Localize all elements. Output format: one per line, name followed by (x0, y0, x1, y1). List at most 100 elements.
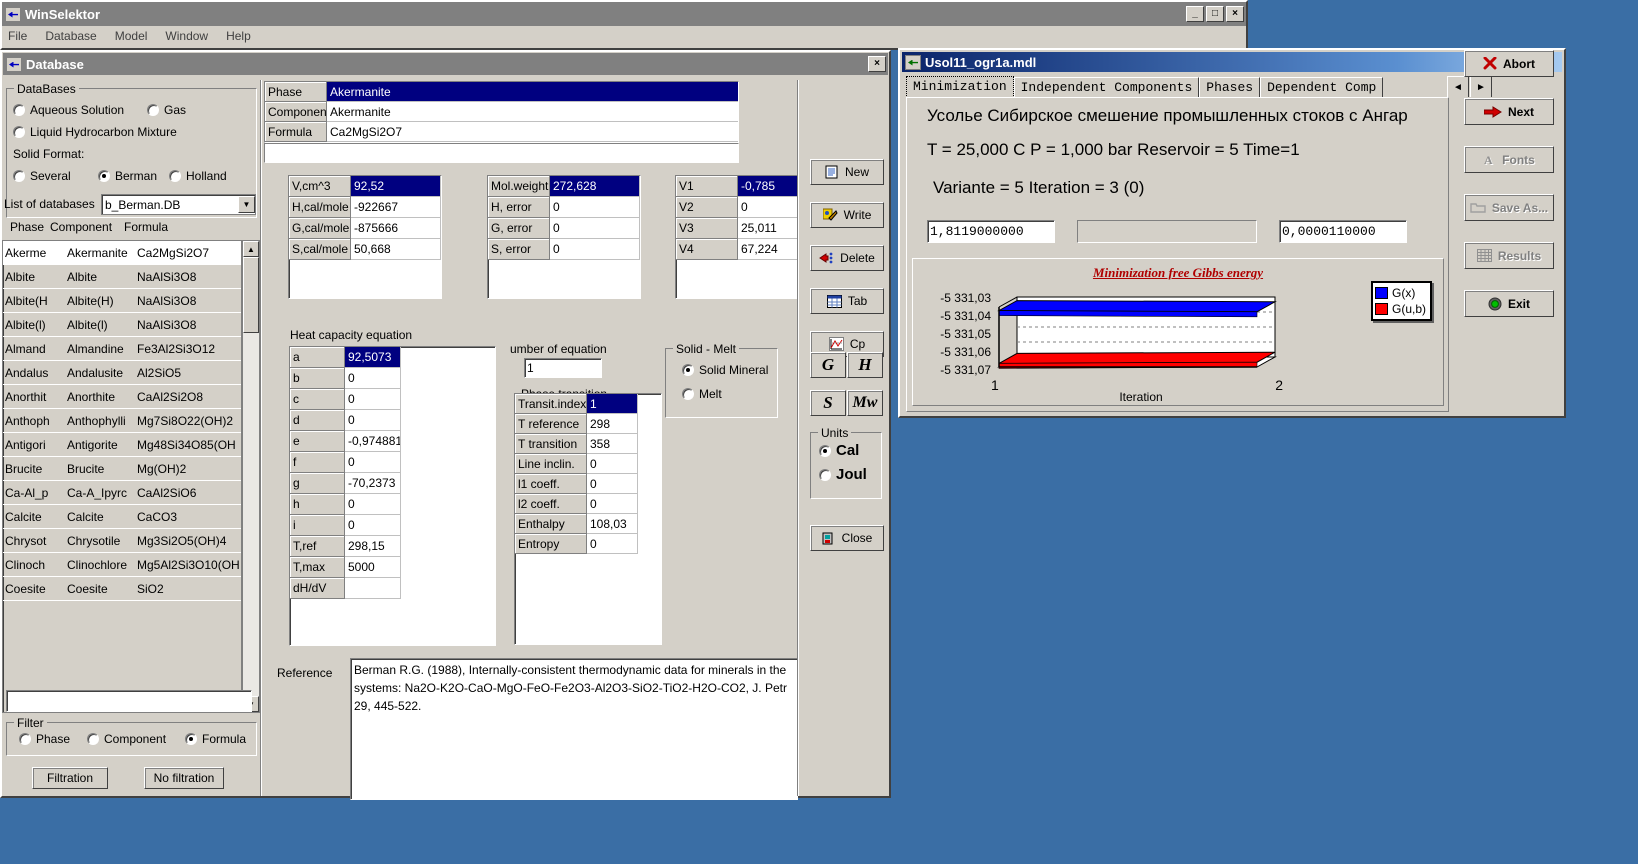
transit-row[interactable]: Line inclin. 0 (515, 454, 661, 474)
radio-filter-component[interactable]: Component (87, 732, 166, 746)
table-row[interactable]: Almand Almandine Fe3Al2Si3O12 (3, 337, 241, 361)
transit-value[interactable]: 0 (587, 534, 638, 554)
radio-holland[interactable]: Holland (169, 169, 227, 183)
thermo-left-value[interactable]: -922667 (351, 197, 441, 218)
heat-capacity-row[interactable]: a 92,5073 (290, 347, 495, 368)
thermo-right-row[interactable]: V3 25,011 (676, 218, 798, 239)
heat-capacity-value[interactable]: 298,15 (345, 536, 401, 557)
transit-value[interactable]: 0 (587, 474, 638, 494)
heat-capacity-row[interactable]: d0 (290, 410, 495, 431)
table-row[interactable]: Ca-Al_p Ca-A_Ipyrc CaAl2SiO6 (3, 481, 241, 505)
no-filtration-button[interactable]: No filtration (144, 767, 224, 789)
transit-value[interactable]: 298 (587, 414, 638, 434)
heat-capacity-row[interactable]: i0 (290, 515, 495, 536)
database-close-button[interactable]: × (868, 56, 886, 72)
tolerance-field[interactable]: 0,0000110000 (1279, 220, 1407, 243)
table-row[interactable]: Brucite Brucite Mg(OH)2 (3, 457, 241, 481)
table-row[interactable]: Coesite Coesite SiO2 (3, 577, 241, 601)
transit-value[interactable]: 0 (587, 494, 638, 514)
transit-row[interactable]: Transit.index 1 (515, 394, 661, 414)
heat-capacity-row[interactable]: T,ref 298,15 (290, 536, 495, 557)
close-button[interactable]: Close (810, 525, 884, 551)
write-button[interactable]: Write (810, 202, 884, 228)
radio-units-cal[interactable]: Cal (819, 442, 859, 459)
thermo-mid-value[interactable]: 0 (550, 239, 640, 260)
transit-row[interactable]: l1 coeff. 0 (515, 474, 661, 494)
exit-button[interactable]: Exit (1464, 290, 1554, 317)
identity-row[interactable]: Phase Akermanite (265, 82, 738, 102)
heat-capacity-value[interactable]: 0 (345, 368, 401, 389)
transit-grid[interactable]: Transit.index 1 T reference 298 T transition… (514, 393, 662, 645)
heat-capacity-row[interactable]: dH/dV (290, 578, 495, 599)
identity-grid[interactable]: Phase Akermanite Component Akermanite Formul… (264, 81, 739, 143)
thermo-left-row[interactable]: G,cal/mole -875666 (289, 218, 441, 239)
radio-filter-formula[interactable]: Formula (185, 732, 246, 746)
heat-capacity-value[interactable]: 0 (345, 452, 401, 473)
tab-scroll-right-button[interactable]: ► (1470, 76, 1492, 97)
thermo-mid-value[interactable]: 0 (550, 197, 640, 218)
s-button[interactable]: S (810, 390, 846, 416)
heat-capacity-value[interactable]: 0 (345, 515, 401, 536)
table-row[interactable]: Antigori Antigorite Mg48Si34O85(OH (3, 433, 241, 457)
radio-filter-phase[interactable]: Phase (19, 732, 70, 746)
transit-value[interactable]: 1 (587, 394, 638, 414)
number-of-equation-input[interactable]: 1 (524, 358, 602, 378)
chevron-down-icon[interactable]: ▼ (238, 196, 255, 213)
table-row[interactable]: Andalus Andalusite Al2SiO5 (3, 361, 241, 385)
thermo-mid-value[interactable]: 272,628 (550, 176, 640, 197)
menu-file[interactable]: File (8, 29, 27, 43)
database-titlebar[interactable]: Database × (3, 53, 888, 75)
heat-capacity-row[interactable]: c0 (290, 389, 495, 410)
thermo-left-value[interactable]: 92,52 (351, 176, 441, 197)
thermo-right-value[interactable]: -0,785 (738, 176, 798, 197)
heat-capacity-value[interactable]: 92,5073 (345, 347, 401, 368)
thermo-right-grid[interactable]: V1 -0,785 V2 0 V3 25,011 V4 67,224 (675, 175, 799, 299)
transit-row[interactable]: T reference 298 (515, 414, 661, 434)
scrollbar-track[interactable] (243, 257, 259, 696)
table-row[interactable]: Calcite Calcite CaCO3 (3, 505, 241, 529)
heat-capacity-row[interactable]: T,max 5000 (290, 557, 495, 578)
thermo-right-value[interactable]: 0 (738, 197, 798, 218)
heat-capacity-value[interactable]: 0 (345, 410, 401, 431)
table-row[interactable]: Clinoch Clinochlore Mg5Al2Si3O10(OH (3, 553, 241, 577)
save-as-button[interactable]: Save As... (1464, 194, 1554, 221)
radio-melt[interactable]: Melt (682, 387, 722, 401)
identity-value[interactable]: Ca2MgSi2O7 (327, 122, 738, 142)
heat-capacity-row[interactable]: e -0,974881 (290, 431, 495, 452)
table-row[interactable]: Chrysot Chrysotile Mg3Si2O5(OH)4 (3, 529, 241, 553)
radio-solid-mineral[interactable]: Solid Mineral (682, 363, 768, 377)
thermo-right-value[interactable]: 25,011 (738, 218, 798, 239)
thermo-right-row[interactable]: V2 0 (676, 197, 798, 218)
table-row[interactable]: Anthoph Anthophylli Mg7Si8O22(OH)2 (3, 409, 241, 433)
objective-value-field[interactable]: 1,8119000000 (927, 220, 1055, 243)
menu-model[interactable]: Model (115, 29, 148, 43)
identity-row[interactable]: Component Akermanite (265, 102, 738, 122)
transit-row[interactable]: Entropy 0 (515, 534, 661, 554)
phase-table-scrollbar[interactable]: ▲ ▼ (242, 240, 260, 713)
transit-row[interactable]: T transition 358 (515, 434, 661, 454)
tab-scroll-left-button[interactable]: ◄ (1447, 76, 1469, 97)
tab-minimization[interactable]: Minimization (906, 76, 1014, 98)
identity-row[interactable]: Formula Ca2MgSi2O7 (265, 122, 738, 142)
transit-row[interactable]: Enthalpy 108,03 (515, 514, 661, 534)
heat-capacity-grid[interactable]: a 92,5073 b 0 c 0 d 0 e -0,974881 f 0 g -70,2373 h 0 i 0 T… (289, 346, 496, 646)
transit-value[interactable]: 358 (587, 434, 638, 454)
thermo-mid-row[interactable]: S, error 0 (488, 239, 640, 260)
table-row[interactable]: Albite(l) Albite(l) NaAlSi3O8 (3, 313, 241, 337)
transit-row[interactable]: l2 coeff. 0 (515, 494, 661, 514)
heat-capacity-value[interactable]: -70,2373 (345, 473, 401, 494)
tab-button[interactable]: Tab (810, 288, 884, 314)
tab-dependent-comp[interactable]: Dependent Comp (1260, 77, 1384, 98)
identity-value[interactable]: Akermanite (327, 82, 738, 102)
thermo-left-row[interactable]: V,cm^3 92,52 (289, 176, 441, 197)
winselektor-titlebar[interactable]: WinSelektor _ □ × (2, 2, 1246, 26)
radio-aqueous-solution[interactable]: Aqueous Solution (13, 103, 124, 117)
tab-independent-components[interactable]: Independent Components (1013, 77, 1200, 98)
h-button[interactable]: H (847, 352, 883, 378)
maximize-button[interactable]: □ (1206, 6, 1224, 22)
fonts-button[interactable]: A Fonts (1464, 146, 1554, 173)
tab-phases[interactable]: Phases (1199, 77, 1261, 98)
delete-button[interactable]: Delete (810, 245, 884, 271)
thermo-right-row[interactable]: V1 -0,785 (676, 176, 798, 197)
database-select[interactable]: b_Berman.DB ▼ (101, 194, 256, 215)
